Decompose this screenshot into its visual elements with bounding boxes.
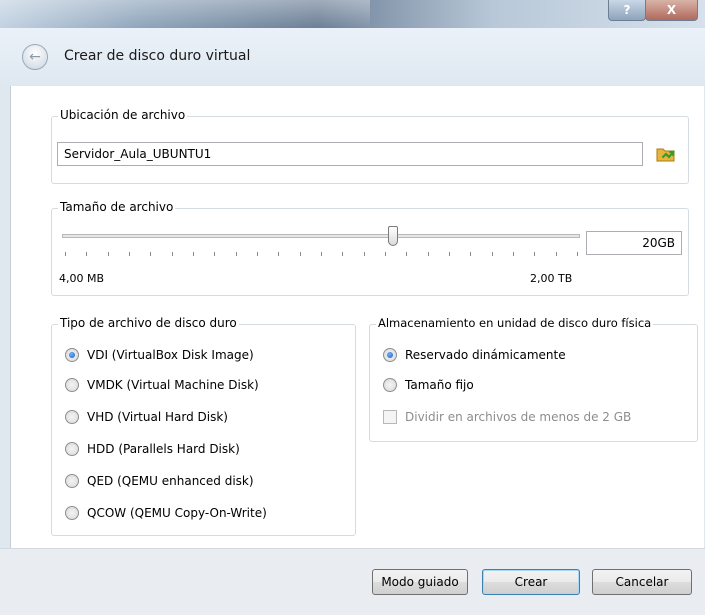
slider-tick: [278, 252, 280, 256]
slider-tick: [342, 252, 344, 256]
file-type-option-label: QCOW (QEMU Copy-On-Write): [87, 506, 267, 520]
storage-option-dynamic[interactable]: Reservado dinámicamente: [383, 348, 566, 362]
slider-tick: [513, 252, 514, 256]
slider-tick: [65, 252, 66, 256]
location-group-label: Ubicación de archivo: [58, 108, 188, 122]
slider-tick: [470, 252, 472, 256]
file-type-option-label: VDI (VirtualBox Disk Image): [87, 348, 254, 362]
cancel-button[interactable]: Cancelar: [592, 569, 692, 595]
split-files-label: Dividir en archivos de menos de 2 GB: [405, 410, 632, 424]
file-type-option-label: VMDK (Virtual Machine Disk): [87, 378, 259, 392]
storage-option-label: Reservado dinámicamente: [405, 348, 566, 362]
checkbox-icon: [383, 410, 397, 424]
radio-icon: [65, 410, 79, 424]
title-bar-glass: [0, 0, 370, 28]
slider-tick: [214, 252, 216, 256]
file-type-option-qed[interactable]: QED (QEMU enhanced disk): [65, 474, 254, 488]
slider-tick: [555, 252, 557, 256]
slider-tick: [193, 252, 194, 256]
slider-tick: [491, 252, 493, 256]
radio-icon: [65, 348, 79, 362]
slider-tick: [577, 252, 578, 256]
slider-tick: [406, 252, 408, 256]
split-files-checkbox[interactable]: Dividir en archivos de menos de 2 GB: [383, 410, 631, 424]
file-type-option-label: VHD (Virtual Hard Disk): [87, 410, 228, 424]
slider-tick: [534, 252, 536, 256]
slider-tick: [86, 252, 88, 256]
size-max-label: 2,00 TB: [530, 272, 573, 285]
size-slider-track[interactable]: [62, 234, 580, 238]
browse-folder-button[interactable]: [655, 144, 677, 164]
radio-icon: [65, 506, 79, 520]
create-button[interactable]: Crear: [482, 569, 580, 595]
slider-tick: [235, 252, 237, 256]
size-min-label: 4,00 MB: [59, 272, 105, 285]
file-type-option-label: QED (QEMU enhanced disk): [87, 474, 254, 488]
radio-icon: [65, 442, 79, 456]
file-type-option-qcow[interactable]: QCOW (QEMU Copy-On-Write): [65, 506, 267, 520]
file-type-option-hdd[interactable]: HDD (Parallels Hard Disk): [65, 442, 240, 456]
slider-tick: [107, 252, 109, 256]
back-arrow-icon: ←: [29, 49, 41, 65]
radio-icon: [383, 348, 397, 362]
back-button[interactable]: ←: [22, 44, 48, 70]
page-title: Crear de disco duro virtual: [64, 48, 251, 64]
file-type-option-vmdk[interactable]: VMDK (Virtual Machine Disk): [65, 378, 259, 392]
guided-mode-button[interactable]: Modo guiado: [372, 569, 468, 595]
radio-icon: [65, 474, 79, 488]
slider-tick: [449, 252, 450, 256]
wizard-header: ← Crear de disco duro virtual: [0, 28, 705, 86]
slider-tick: [385, 252, 386, 256]
size-slider-thumb[interactable]: [387, 226, 398, 246]
size-group-label: Tamaño de archivo: [58, 200, 176, 214]
location-input[interactable]: Servidor_Aula_UBUNTU1: [57, 142, 643, 166]
slider-tick: [363, 252, 365, 256]
slider-tick: [150, 252, 152, 256]
slider-tick: [129, 252, 130, 256]
file-type-option-vhd[interactable]: VHD (Virtual Hard Disk): [65, 410, 228, 424]
slider-tick: [171, 252, 173, 256]
slider-tick: [321, 252, 322, 256]
slider-tick: [299, 252, 301, 256]
file-type-option-label: HDD (Parallels Hard Disk): [87, 442, 240, 456]
size-input[interactable]: 20GB: [586, 231, 682, 255]
file-type-option-vdi[interactable]: VDI (VirtualBox Disk Image): [65, 348, 254, 362]
folder-icon: [656, 148, 675, 162]
slider-tick: [257, 252, 258, 256]
title-bar: ? X: [0, 0, 705, 28]
wizard-panel: Ubicación de archivo Servidor_Aula_UBUNT…: [10, 86, 704, 548]
radio-icon: [383, 378, 397, 392]
storage-option-fixed[interactable]: Tamaño fijo: [383, 378, 474, 392]
file-type-group-label: Tipo de archivo de disco duro: [58, 316, 239, 330]
help-button[interactable]: ?: [608, 0, 646, 21]
radio-icon: [65, 378, 79, 392]
slider-tick: [427, 252, 429, 256]
storage-option-label: Tamaño fijo: [405, 378, 474, 392]
storage-group-label: Almacenamiento en unidad de disco duro f…: [376, 316, 654, 330]
button-bar: Modo guiado Crear Cancelar: [0, 548, 705, 615]
close-button[interactable]: X: [645, 0, 698, 21]
